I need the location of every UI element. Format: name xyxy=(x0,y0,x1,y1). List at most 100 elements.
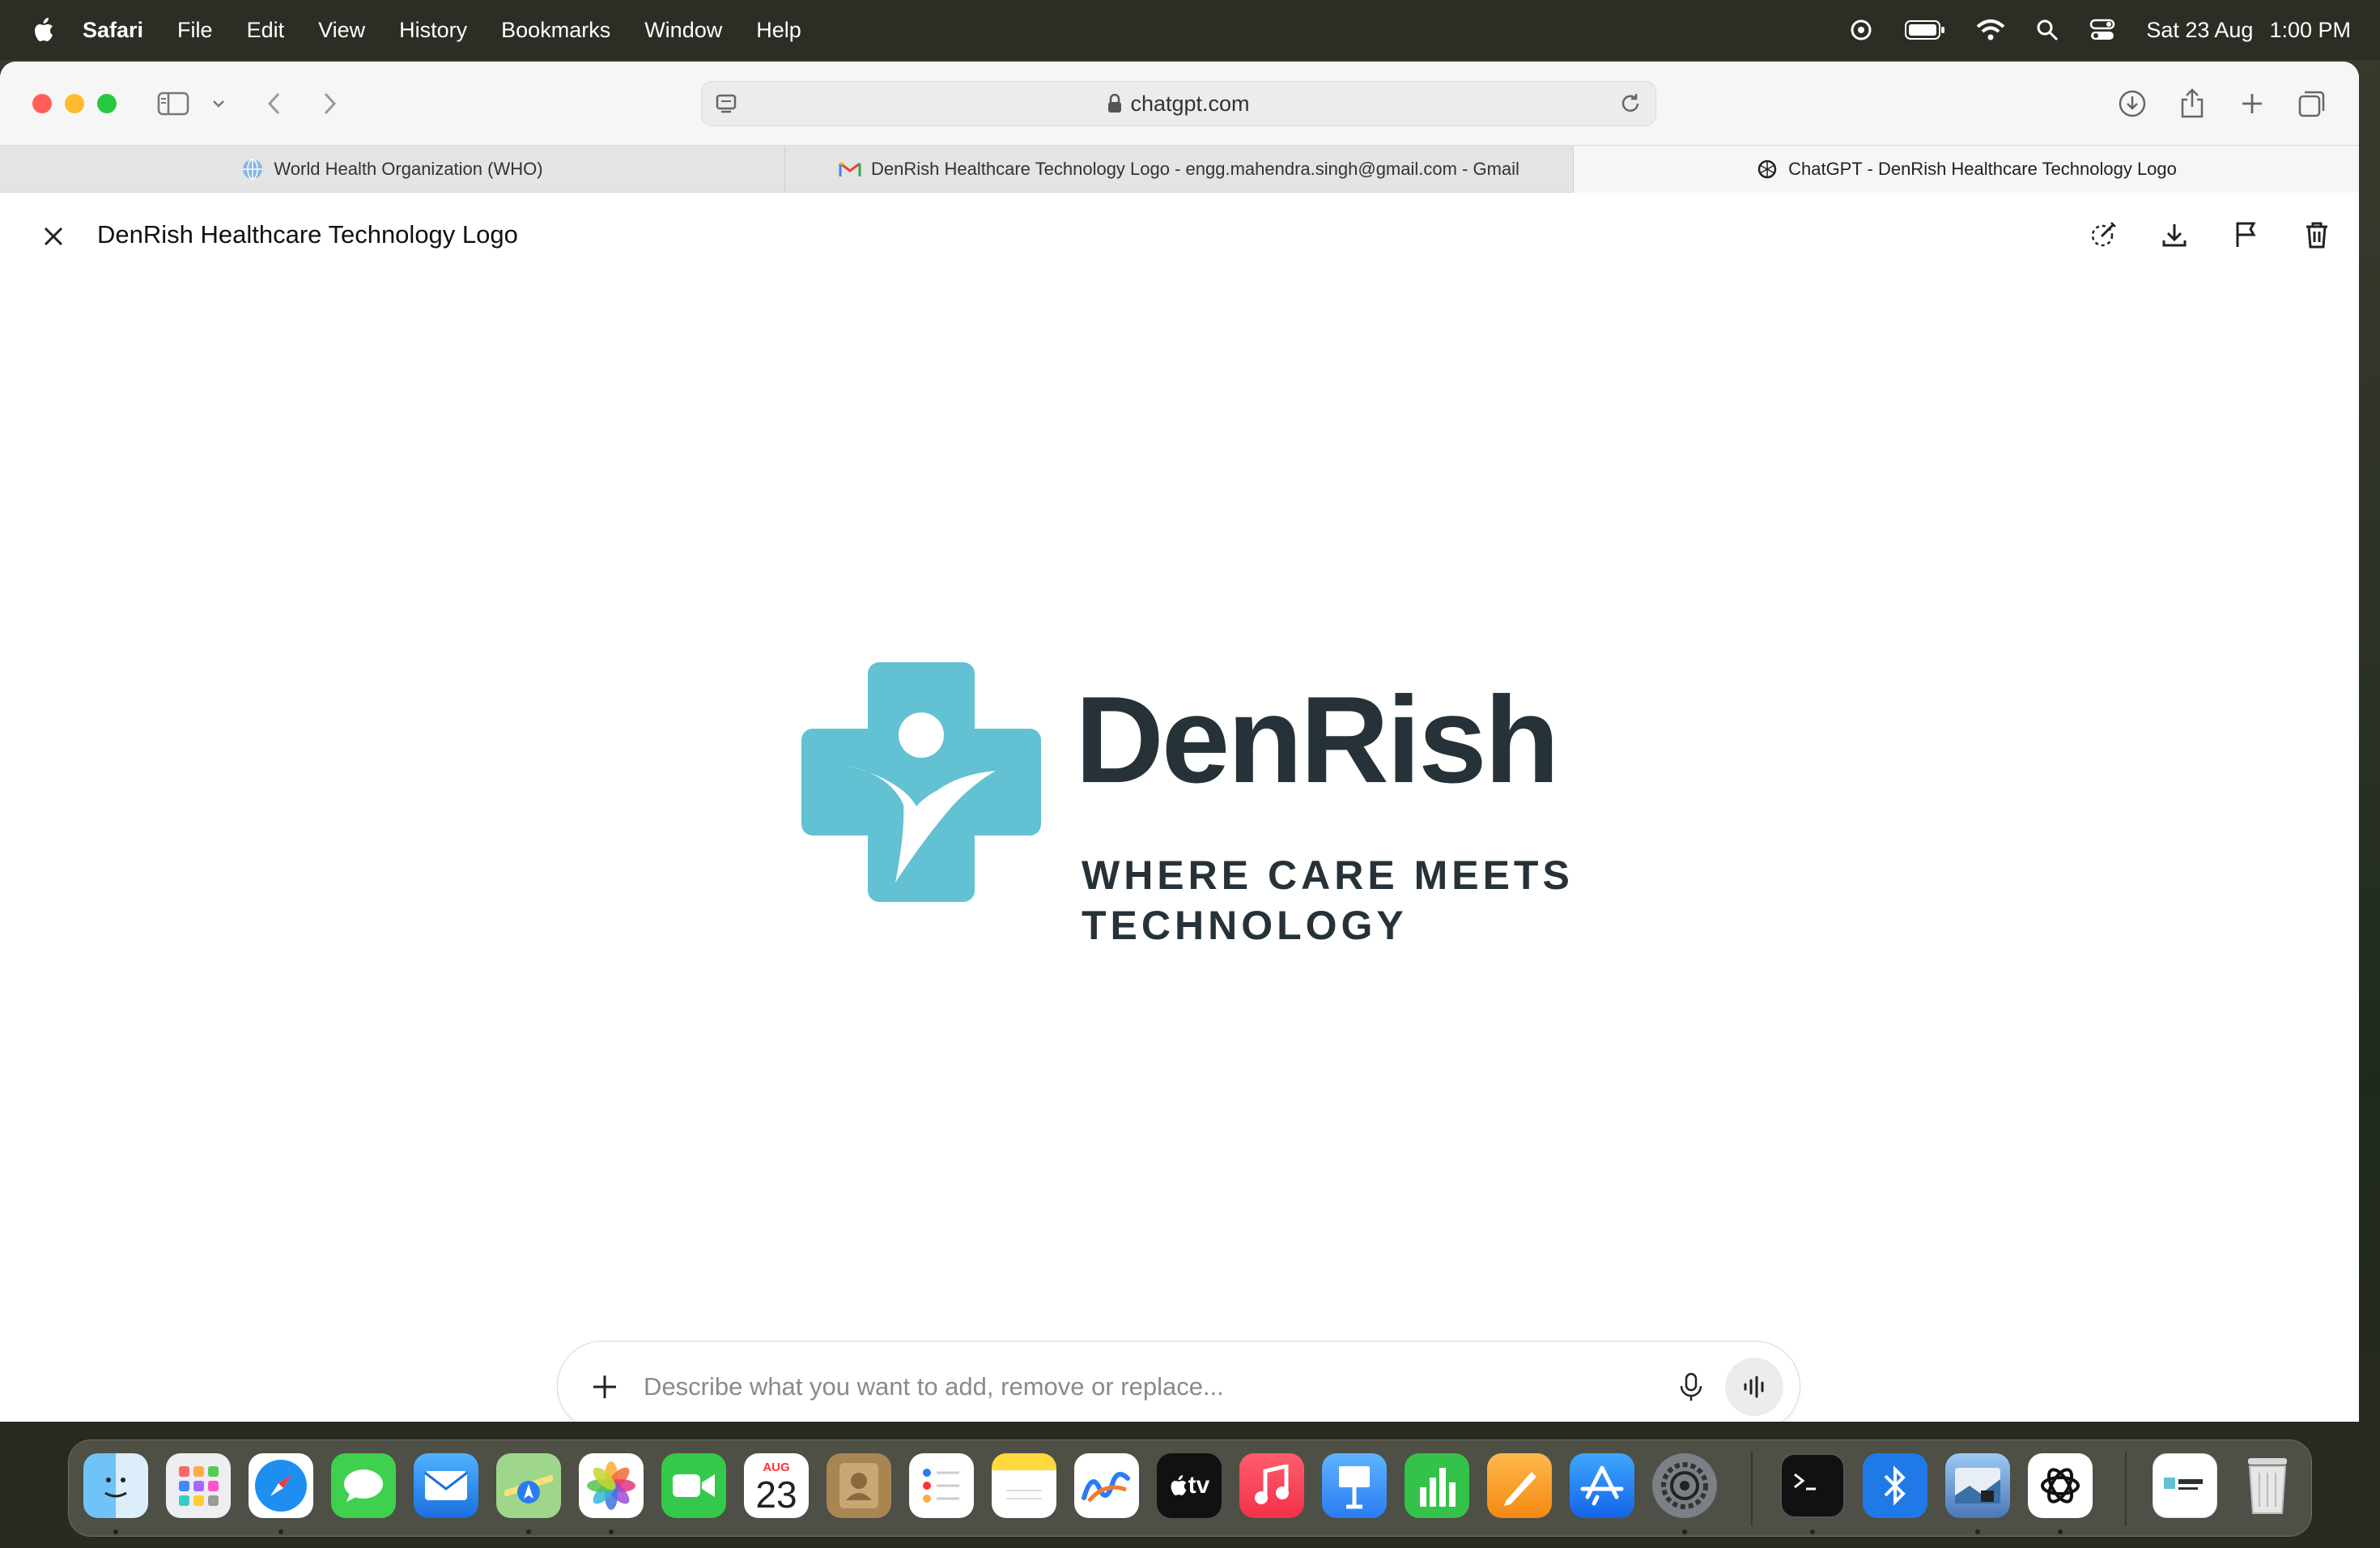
menu-bookmarks[interactable]: Bookmarks xyxy=(501,18,610,43)
menu-file[interactable]: File xyxy=(177,18,213,43)
url-text: chatgpt.com xyxy=(1130,91,1250,116)
medical-cross-person-logo-icon xyxy=(801,662,1041,902)
control-center-icon[interactable] xyxy=(2089,19,2115,41)
chatgpt-app-icon[interactable] xyxy=(2028,1453,2093,1518)
tab-who[interactable]: World Health Organization (WHO) xyxy=(0,146,785,193)
clock-date[interactable]: Sat 23 Aug 1:00 PM xyxy=(2146,18,2351,43)
edit-prompt-bar xyxy=(557,1341,1800,1422)
back-arrow-icon[interactable] xyxy=(256,86,291,121)
menu-help[interactable]: Help xyxy=(756,18,801,43)
battery-icon[interactable] xyxy=(1905,19,1945,40)
minimize-window-button[interactable] xyxy=(65,94,84,113)
flag-icon[interactable] xyxy=(2228,217,2263,253)
tab-gmail[interactable]: DenRish Healthcare Technology Logo - eng… xyxy=(785,146,1574,193)
tab-group-chevron-down-icon[interactable] xyxy=(202,86,235,121)
menu-view[interactable]: View xyxy=(318,18,365,43)
downloads-stack-logo-thumbnail-icon[interactable] xyxy=(2153,1453,2217,1518)
download-icon[interactable] xyxy=(2157,217,2192,253)
bluetooth-icon[interactable] xyxy=(1863,1453,1927,1518)
logo-brand-name: DenRish xyxy=(1075,671,1560,809)
preview-running-dot xyxy=(1975,1529,1980,1534)
apple-tv-icon[interactable]: tv xyxy=(1157,1453,1222,1518)
sidebar-toggle-icon[interactable] xyxy=(155,86,191,121)
voice-waveform-icon xyxy=(1744,1376,1764,1398)
messages-icon[interactable] xyxy=(331,1453,396,1518)
share-icon[interactable] xyxy=(2174,86,2210,121)
tab-bar: World Health Organization (WHO) DenRish … xyxy=(0,146,2359,193)
forward-arrow-icon[interactable] xyxy=(312,86,348,121)
date-label: Sat 23 Aug xyxy=(2146,17,2254,42)
browser-toolbar: chatgpt.com xyxy=(0,62,2359,146)
preview-icon[interactable] xyxy=(1945,1453,2010,1518)
menu-window[interactable]: Window xyxy=(644,18,722,43)
launchpad-icon[interactable] xyxy=(166,1453,231,1518)
photos-icon[interactable] xyxy=(579,1453,644,1518)
terminal-running-dot xyxy=(1810,1529,1815,1534)
finder-icon[interactable] xyxy=(83,1453,148,1518)
window-controls xyxy=(32,94,117,113)
maps-running-dot xyxy=(526,1529,531,1534)
dock: AUG 23 tv xyxy=(68,1440,2312,1537)
page-title: DenRish Healthcare Technology Logo xyxy=(97,220,518,249)
keynote-icon[interactable] xyxy=(1322,1453,1387,1518)
maps-icon[interactable] xyxy=(496,1453,561,1518)
safari-running-dot xyxy=(278,1529,283,1534)
terminal-icon[interactable] xyxy=(1780,1453,1845,1518)
freeform-icon[interactable] xyxy=(1074,1453,1139,1518)
address-bar[interactable]: chatgpt.com xyxy=(701,81,1656,126)
facetime-icon[interactable] xyxy=(661,1453,726,1518)
menu-app-safari[interactable]: Safari xyxy=(83,18,143,43)
menu-history[interactable]: History xyxy=(399,18,467,43)
spotlight-icon[interactable] xyxy=(2036,19,2059,41)
pages-icon[interactable] xyxy=(1487,1453,1552,1518)
close-window-button[interactable] xyxy=(32,94,52,113)
trash-bin-icon[interactable] xyxy=(2235,1453,2300,1518)
voice-mode-button[interactable] xyxy=(1725,1358,1783,1416)
chatgpt-status-icon[interactable] xyxy=(1848,17,1874,43)
add-attachment-plus-icon[interactable] xyxy=(587,1369,623,1405)
notes-icon[interactable] xyxy=(992,1453,1056,1518)
lock-icon xyxy=(1108,94,1122,113)
menu-bar: Safari File Edit View History Bookmarks … xyxy=(0,0,2380,60)
page-menu-icon[interactable] xyxy=(715,91,739,116)
menu-edit[interactable]: Edit xyxy=(247,18,285,43)
numbers-icon[interactable] xyxy=(1405,1453,1469,1518)
app-store-icon[interactable] xyxy=(1570,1453,1634,1518)
tab-chatgpt[interactable]: ChatGPT - DenRish Healthcare Technology … xyxy=(1574,146,2359,193)
dock-separator xyxy=(1751,1452,1753,1526)
reminders-icon[interactable] xyxy=(909,1453,974,1518)
safari-icon[interactable] xyxy=(249,1453,313,1518)
microphone-icon[interactable] xyxy=(1673,1369,1709,1405)
wifi-icon[interactable] xyxy=(1976,19,2005,41)
calendar-month-label: AUG xyxy=(763,1460,790,1474)
dock-separator-2 xyxy=(2125,1452,2127,1526)
tab-who-title: World Health Organization (WHO) xyxy=(274,159,543,179)
safari-window: chatgpt.com World Health Organization (W… xyxy=(0,62,2359,1422)
downloads-icon[interactable] xyxy=(2114,86,2150,121)
new-tab-plus-icon[interactable] xyxy=(2234,86,2270,121)
zoom-window-button[interactable] xyxy=(97,94,117,113)
apple-tv-label: tv xyxy=(1188,1472,1210,1499)
edit-prompt-input[interactable] xyxy=(644,1364,1599,1410)
trash-icon[interactable] xyxy=(2299,217,2335,253)
select-edit-icon[interactable] xyxy=(2085,217,2121,253)
generated-logo-image: DenRish WHERE CARE MEETS TECHNOLOGY xyxy=(801,662,1579,986)
finder-running-dot xyxy=(113,1529,118,1534)
settings-running-dot xyxy=(1682,1529,1687,1534)
reload-icon[interactable] xyxy=(1618,91,1643,116)
system-settings-icon[interactable] xyxy=(1652,1453,1717,1518)
mail-icon[interactable] xyxy=(414,1453,478,1518)
apple-icon[interactable] xyxy=(32,17,55,43)
calendar-day-label: 23 xyxy=(755,1473,797,1516)
header-actions xyxy=(2085,217,2335,253)
page-content: DenRish Healthcare Technology Logo DenRi… xyxy=(0,193,2359,1422)
contacts-icon[interactable] xyxy=(827,1453,891,1518)
gmail-icon xyxy=(839,162,861,176)
close-icon[interactable] xyxy=(37,220,70,253)
calendar-icon[interactable]: AUG 23 xyxy=(744,1453,809,1518)
chatgpt-running-dot xyxy=(2058,1529,2063,1534)
time-label: 1:00 PM xyxy=(2269,17,2351,42)
who-globe-icon xyxy=(243,159,263,180)
tab-overview-icon[interactable] xyxy=(2294,86,2330,121)
music-icon[interactable] xyxy=(1239,1453,1304,1518)
